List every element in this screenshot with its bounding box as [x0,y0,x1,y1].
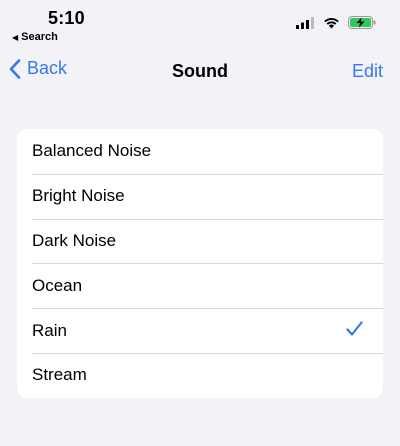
status-icons [296,16,376,29]
back-triangle-icon: ◀ [12,32,19,42]
sound-option-bright-noise[interactable]: Bright Noise [17,173,383,219]
sound-option-label: Dark Noise [32,230,117,250]
sound-option-stream[interactable]: Stream [17,352,383,398]
sound-option-balanced-noise[interactable]: Balanced Noise [17,129,383,174]
sound-option-dark-noise[interactable]: Dark Noise [17,218,383,264]
sound-option-label: Rain [32,320,67,340]
sound-option-label: Bright Noise [32,186,125,206]
sound-option-rain[interactable]: Rain [17,308,383,353]
status-time: 5:10 [48,8,85,28]
checkmark-icon [346,321,363,336]
sound-option-label: Stream [32,365,87,385]
sound-option-label: Balanced Noise [32,141,152,161]
sound-list: Balanced Noise Bright Noise Dark Noise O… [17,129,383,398]
battery-charging-icon [348,16,376,29]
edit-button[interactable]: Edit [352,61,383,82]
wifi-icon [324,17,339,28]
cellular-signal-icon [296,16,314,29]
back-to-app-link[interactable]: ◀ Search [12,31,58,43]
sound-option-ocean[interactable]: Ocean [17,263,383,308]
navigation-bar: Back Sound Edit [0,50,400,92]
sound-option-label: Ocean [32,275,83,295]
page-title: Sound [172,61,228,81]
back-to-app-label: Search [21,31,58,43]
status-bar: 5:10 ◀ Search [0,0,400,50]
